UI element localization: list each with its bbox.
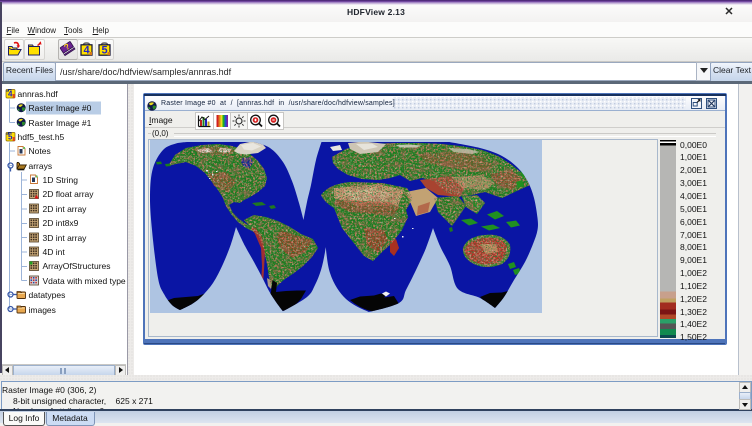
svg-text:4: 4 bbox=[8, 90, 13, 99]
svg-text:5: 5 bbox=[8, 133, 13, 142]
svg-text:5: 5 bbox=[102, 45, 108, 57]
svg-text:4: 4 bbox=[84, 45, 91, 57]
